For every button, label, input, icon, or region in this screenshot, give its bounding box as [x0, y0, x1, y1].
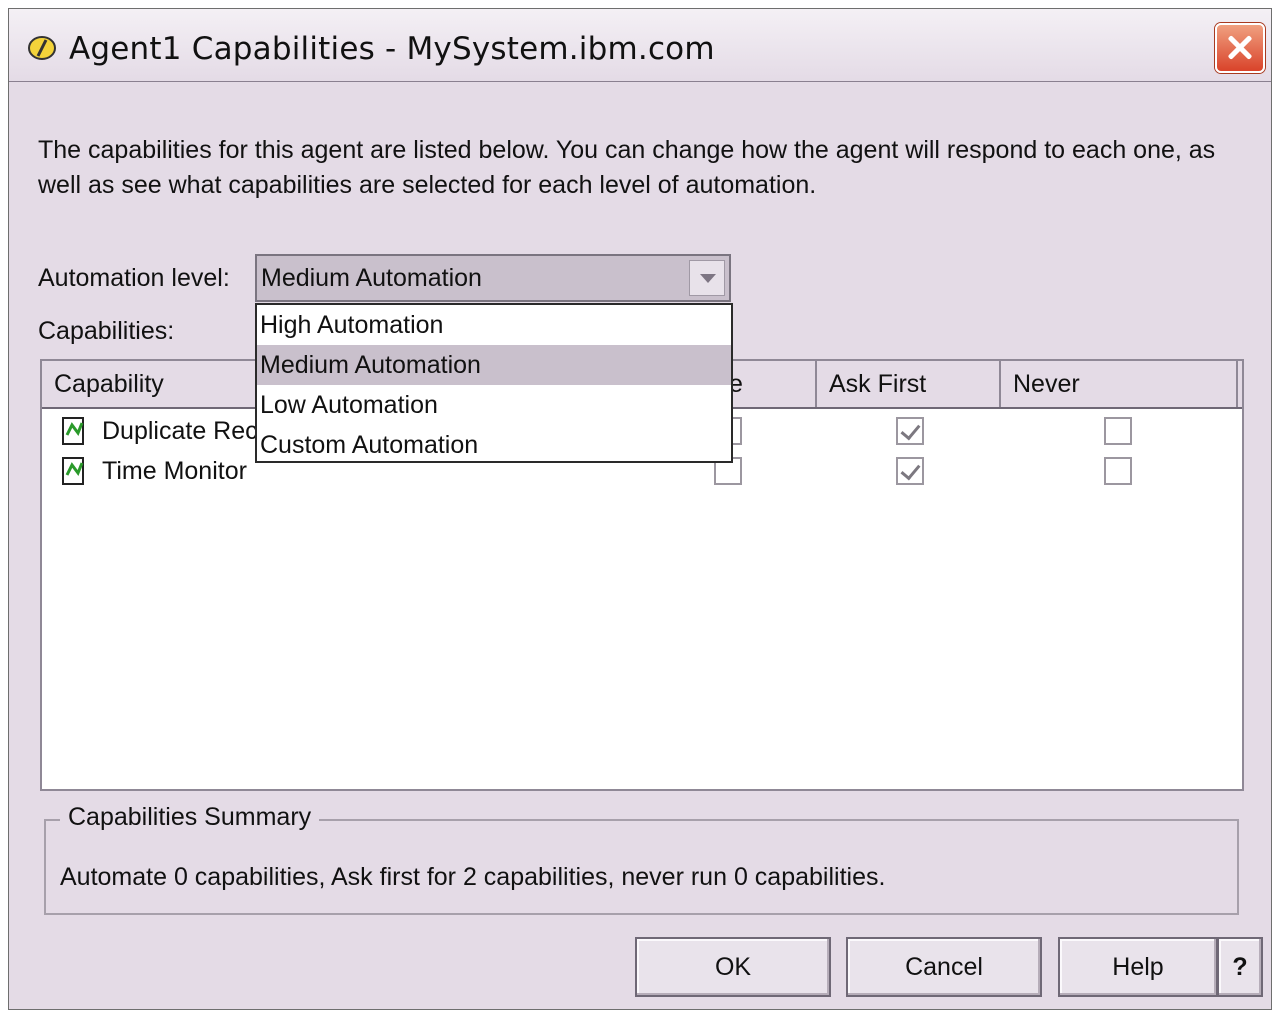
- dropdown-option-low[interactable]: Low Automation: [257, 385, 731, 425]
- ask-first-checkbox[interactable]: [896, 457, 924, 485]
- title-divider: [9, 81, 1271, 82]
- summary-title: Capabilities Summary: [60, 803, 320, 832]
- dialog-window: Agent1 Capabilities - MySystem.ibm.com T…: [8, 8, 1272, 1010]
- whats-this-help-button[interactable]: ?: [1217, 937, 1263, 997]
- capabilities-summary-group: Capabilities Summary Automate 0 capabili…: [44, 803, 1239, 915]
- automation-level-dropdown-list: High Automation Medium Automation Low Au…: [255, 303, 733, 463]
- automation-level-combo[interactable]: Medium Automation: [255, 254, 731, 302]
- dropdown-option-medium[interactable]: Medium Automation: [257, 345, 731, 385]
- dropdown-option-high[interactable]: High Automation: [257, 305, 731, 345]
- title-bar[interactable]: Agent1 Capabilities - MySystem.ibm.com: [9, 9, 1271, 81]
- capabilities-label: Capabilities:: [38, 317, 175, 345]
- automation-level-value: Medium Automation: [261, 264, 482, 292]
- close-button[interactable]: [1215, 23, 1265, 73]
- capability-name: Duplicate Rec: [102, 417, 258, 445]
- column-header-ask-first[interactable]: Ask First: [817, 361, 1001, 407]
- ask-first-checkbox[interactable]: [896, 417, 924, 445]
- column-header-never[interactable]: Never: [1001, 361, 1238, 407]
- document-icon: [62, 417, 84, 445]
- never-checkbox[interactable]: [1104, 417, 1132, 445]
- summary-text: Automate 0 capabilities, Ask first for 2…: [60, 863, 886, 891]
- agent-icon: [28, 36, 56, 60]
- document-icon: [62, 457, 84, 485]
- window-title: Agent1 Capabilities - MySystem.ibm.com: [69, 31, 715, 67]
- description-text: The capabilities for this agent are list…: [38, 136, 1216, 199]
- cancel-button[interactable]: Cancel: [846, 937, 1042, 997]
- dropdown-option-custom[interactable]: Custom Automation: [257, 425, 731, 465]
- never-checkbox[interactable]: [1104, 457, 1132, 485]
- capability-name: Time Monitor: [102, 457, 247, 485]
- automation-level-label: Automation level:: [38, 264, 230, 292]
- chevron-down-icon[interactable]: [689, 260, 725, 296]
- ok-button[interactable]: OK: [635, 937, 831, 997]
- help-button[interactable]: Help: [1058, 937, 1218, 997]
